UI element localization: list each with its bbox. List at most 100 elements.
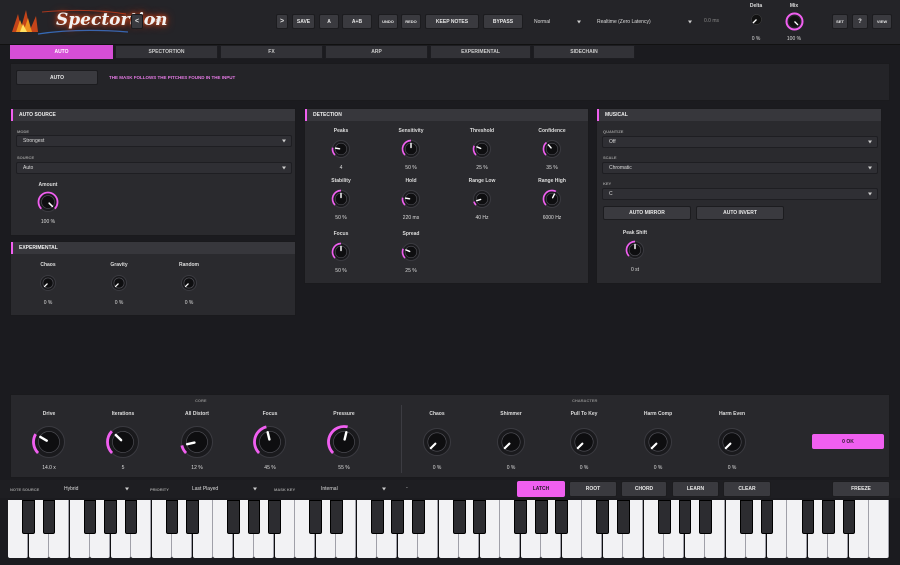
experimental-gravity-knob[interactable] (110, 274, 128, 292)
detection-threshold-knob[interactable] (472, 139, 492, 159)
knob-body (259, 431, 281, 453)
quantize-dropdown[interactable]: Off (602, 136, 878, 148)
detection-range-low-knob[interactable] (472, 189, 492, 209)
a-button[interactable]: A (319, 14, 339, 29)
detection-sensitivity-knob[interactable] (401, 139, 421, 159)
black-key[interactable] (104, 500, 117, 534)
black-key[interactable] (268, 500, 281, 534)
auto-mirror-button[interactable]: AUTO MIRROR (603, 206, 691, 220)
save-button[interactable]: SAVE (292, 14, 315, 29)
knob-dial[interactable] (37, 191, 59, 213)
ok-button[interactable]: 0 OK (812, 434, 884, 449)
tab-fx[interactable]: FX (220, 45, 323, 59)
black-key[interactable] (678, 500, 692, 534)
character-shimmer-knob[interactable] (496, 427, 526, 457)
black-key[interactable] (473, 500, 487, 534)
key-dropdown[interactable]: C (602, 188, 878, 200)
tab-auto[interactable]: AUTO (10, 45, 113, 59)
core-pressure-knob[interactable] (327, 425, 361, 459)
next-preset-button[interactable]: > (276, 14, 288, 29)
peak-shift-knob[interactable] (625, 240, 645, 265)
black-key[interactable] (391, 500, 405, 534)
prev-preset-button[interactable]: < (131, 14, 143, 29)
tab-spectortion[interactable]: SPECTORTION (115, 45, 218, 59)
black-key[interactable] (329, 500, 343, 534)
character-harm-even-knob[interactable] (717, 427, 747, 457)
knob-dial[interactable] (625, 240, 645, 260)
latency-dropdown[interactable]: Realtime (Zero Latency) (591, 14, 697, 29)
black-key[interactable] (227, 500, 240, 534)
black-key[interactable] (822, 500, 835, 534)
black-key[interactable] (534, 500, 548, 534)
tab-sidechain[interactable]: SIDECHAIN (533, 45, 635, 59)
black-key[interactable] (514, 500, 528, 534)
latch-button[interactable]: LATCH (517, 481, 565, 497)
detection-stability-knob[interactable] (331, 189, 351, 209)
detection-hold-knob[interactable] (401, 189, 421, 209)
note-source-dropdown[interactable]: Hybrid (58, 482, 134, 496)
black-key[interactable] (699, 500, 712, 534)
black-key[interactable] (616, 500, 630, 534)
delta-knob[interactable] (749, 12, 764, 27)
redo-button[interactable]: REDO (401, 14, 421, 29)
detection-confidence-knob[interactable] (542, 139, 562, 159)
auto-button[interactable]: AUTO (16, 70, 98, 85)
black-key[interactable] (658, 500, 671, 534)
black-key[interactable] (247, 500, 261, 534)
scale-dropdown[interactable]: Chromatic (602, 162, 878, 174)
chord-button[interactable]: CHORD (621, 481, 667, 497)
black-key[interactable] (83, 500, 97, 534)
core-focus-knob[interactable] (253, 425, 287, 459)
black-key[interactable] (760, 500, 774, 534)
view-button[interactable]: VIEW (872, 14, 892, 29)
keep-notes-button[interactable]: KEEP NOTES (425, 14, 479, 29)
clear-button[interactable]: CLEAR (723, 481, 771, 497)
core-all-distort-knob[interactable] (180, 425, 214, 459)
learn-button[interactable]: LEARN (672, 481, 719, 497)
core-iterations-knob[interactable] (106, 425, 140, 459)
character-pull-to-key-knob[interactable] (569, 427, 599, 457)
black-key[interactable] (801, 500, 815, 534)
character-chaos-knob[interactable] (422, 427, 452, 457)
black-key[interactable] (42, 500, 56, 534)
black-key[interactable] (452, 500, 466, 534)
tab-arp[interactable]: ARP (325, 45, 428, 59)
mask-key-dropdown[interactable]: Internal (315, 482, 391, 496)
black-key[interactable] (22, 500, 35, 534)
detection-peaks-knob[interactable] (331, 139, 351, 159)
preset-name[interactable]: Init (154, 18, 161, 24)
mode-dropdown[interactable]: Normal (528, 14, 586, 29)
priority-dropdown[interactable]: Last Played (186, 482, 262, 496)
tab-experimental[interactable]: EXPERIMENTAL (430, 45, 531, 59)
black-key[interactable] (186, 500, 199, 534)
ab-button[interactable]: A+B (342, 14, 372, 29)
amount-knob[interactable] (37, 191, 59, 218)
black-key[interactable] (124, 500, 138, 534)
root-button[interactable]: ROOT (569, 481, 617, 497)
black-key[interactable] (411, 500, 425, 534)
black-key[interactable] (740, 500, 753, 534)
black-key[interactable] (842, 500, 856, 534)
freeze-button[interactable]: FREEZE (832, 481, 890, 497)
set-button[interactable]: SET (832, 14, 848, 29)
detection-focus-knob[interactable] (331, 242, 351, 262)
detection-spread-knob[interactable] (401, 242, 421, 262)
bypass-button[interactable]: BYPASS (483, 14, 523, 29)
character-harm-comp-knob[interactable] (643, 427, 673, 457)
auto-mode-dropdown[interactable]: Strongest (16, 135, 292, 147)
black-key[interactable] (555, 500, 569, 534)
source-dropdown[interactable]: Auto (16, 162, 292, 174)
black-key[interactable] (596, 500, 610, 534)
black-key[interactable] (370, 500, 384, 534)
help-button[interactable]: ? (852, 14, 868, 29)
core-drive-knob[interactable] (32, 425, 66, 459)
auto-invert-button[interactable]: AUTO INVERT (696, 206, 784, 220)
undo-button[interactable]: UNDO (378, 14, 398, 29)
white-key[interactable] (869, 500, 890, 558)
detection-range-high-knob[interactable] (542, 189, 562, 209)
black-key[interactable] (165, 500, 179, 534)
experimental-chaos-knob[interactable] (39, 274, 57, 292)
experimental-random-knob[interactable] (180, 274, 198, 292)
mix-knob[interactable] (784, 11, 805, 32)
black-key[interactable] (309, 500, 323, 534)
